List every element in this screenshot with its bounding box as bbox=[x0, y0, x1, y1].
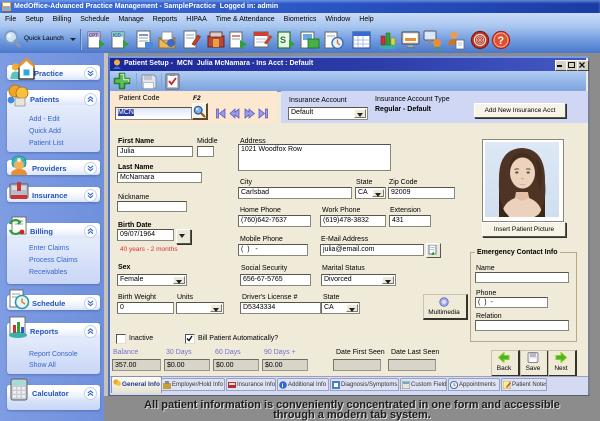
svg-text:S: S bbox=[280, 35, 286, 45]
svg-text:ICD: ICD bbox=[113, 33, 122, 38]
svg-text:?: ? bbox=[497, 35, 504, 47]
svg-text:CPT: CPT bbox=[89, 33, 98, 38]
